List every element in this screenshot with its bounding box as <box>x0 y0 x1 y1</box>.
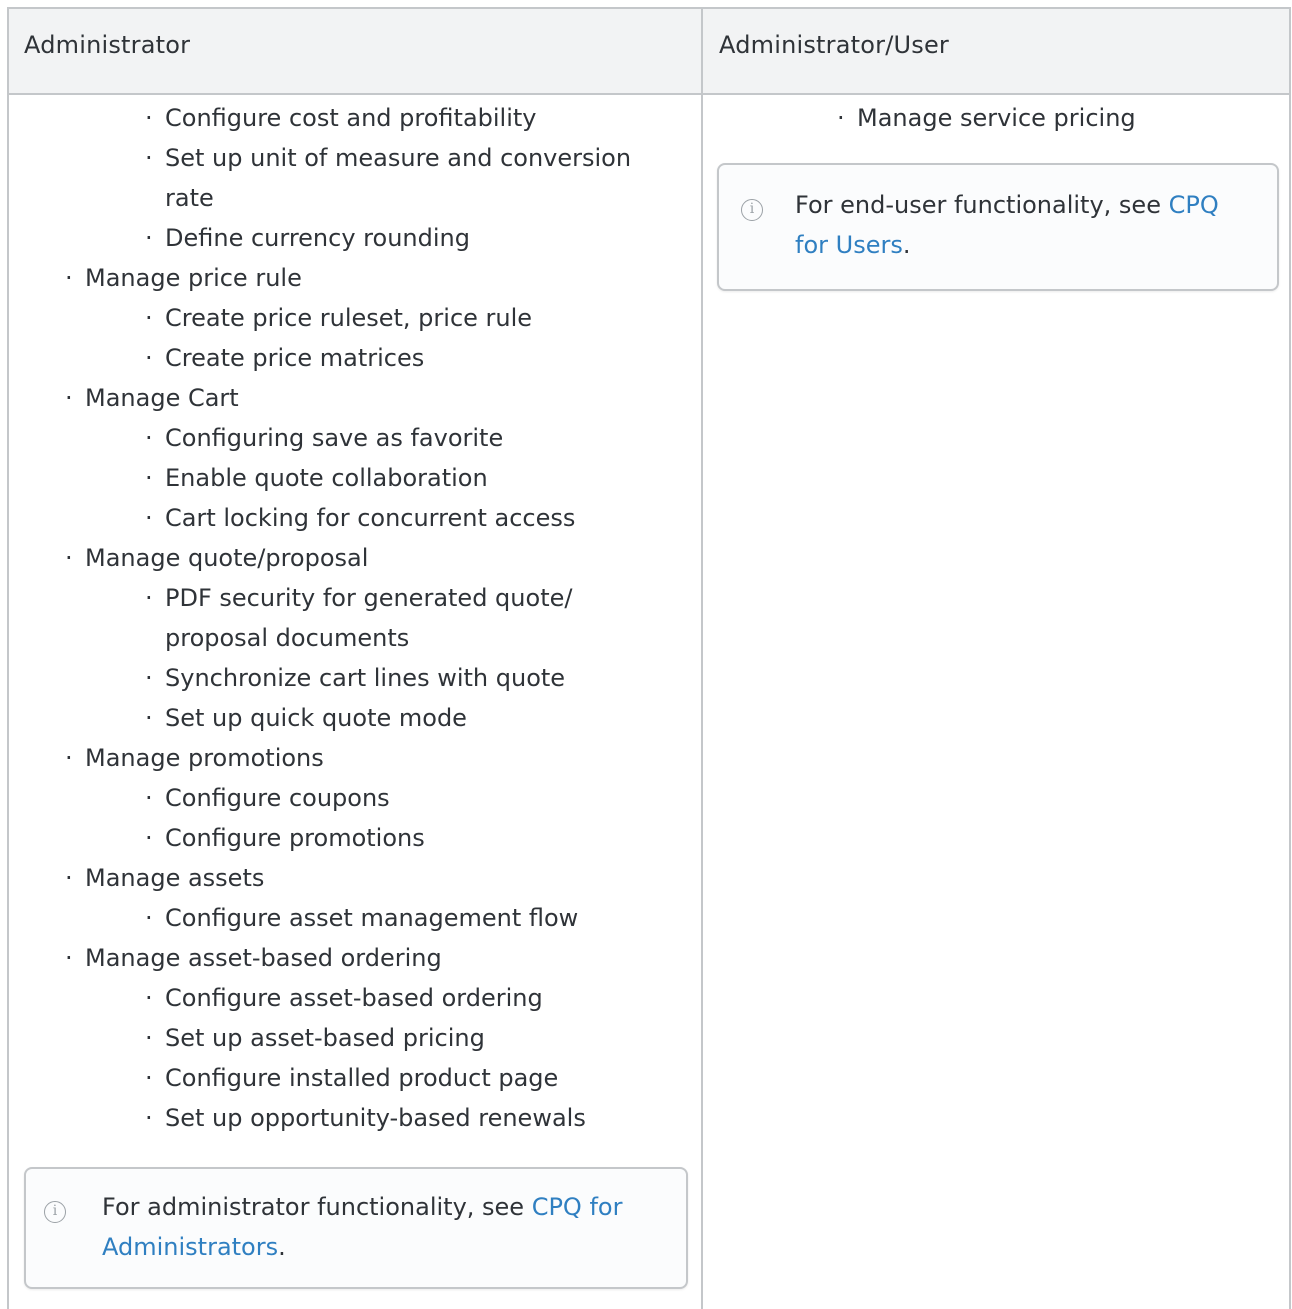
list-item: · Define currency rounding <box>145 218 470 258</box>
bullet: · <box>145 344 153 372</box>
bullet: · <box>145 704 153 732</box>
list-item: · Configure promotions <box>145 818 425 858</box>
list-item: · Manage price rule <box>65 258 302 298</box>
column-header-administrator: Administrator <box>24 31 191 59</box>
bullet: · <box>65 264 73 292</box>
bullet: · <box>145 424 153 452</box>
list-item: · Manage quote/proposal <box>65 538 368 578</box>
list-item: · Configuring save as favorite <box>145 418 503 458</box>
list-item-text: Configure installed product page <box>165 1064 559 1092</box>
list-item-text: Manage price rule <box>85 264 302 292</box>
list-item-text: Configure asset management flow <box>165 904 579 932</box>
list-item: · Manage Cart <box>65 378 239 418</box>
bullet: · <box>145 464 153 492</box>
list-item: · Configure coupons <box>145 778 390 818</box>
bullet: · <box>145 584 153 612</box>
admin-note-text: For administrator functionality, see CPQ… <box>102 1193 623 1261</box>
list-item-text: Enable quote collaboration <box>165 464 488 492</box>
bullet: · <box>145 664 153 692</box>
info-icon: i <box>44 1201 66 1223</box>
table-header-row: Administrator Administrator/User <box>9 9 1289 95</box>
list-item-text: Manage Cart <box>85 384 239 412</box>
list-item: · Synchronize cart lines with quote <box>145 658 565 698</box>
list-item-text: Set up quick quote mode <box>165 704 467 732</box>
bullet: · <box>145 144 153 172</box>
info-icon: i <box>741 199 763 221</box>
bullet: · <box>145 1064 153 1092</box>
bullet: · <box>65 944 73 972</box>
list-item: · Cart locking for concurrent access <box>145 498 575 538</box>
column-divider <box>701 9 703 1309</box>
user-note-text: For end-user functionality, see CPQ for U… <box>795 191 1219 259</box>
list-item-text: Create price matrices <box>165 344 425 372</box>
list-item: proposal documents <box>165 618 409 658</box>
list-item: · Configure cost and profitability <box>145 98 537 138</box>
column-header-administrator-user: Administrator/User <box>719 31 949 59</box>
list-item: · Configure installed product page <box>145 1058 558 1098</box>
list-item: · Configure asset-based ordering <box>145 978 543 1018</box>
features-table: Administrator Administrator/User · Config… <box>7 7 1291 1309</box>
list-item: · Set up quick quote mode <box>145 698 467 738</box>
list-item-text: Manage quote/proposal <box>85 544 369 572</box>
bullet: · <box>145 824 153 852</box>
bullet: · <box>145 504 153 532</box>
list-item-text: Configuring save as favorite <box>165 424 504 452</box>
list-item: · Create price ruleset, price rule <box>145 298 532 338</box>
list-item: · Enable quote collaboration <box>145 458 488 498</box>
list-item: · PDF security for generated quote/ <box>145 578 572 618</box>
bullet: · <box>65 744 73 772</box>
bullet: · <box>145 104 153 132</box>
list-item: · Manage asset-based ordering <box>65 938 442 978</box>
list-item-text: Define currency rounding <box>165 224 470 252</box>
bullet: · <box>145 224 153 252</box>
list-item-text: Manage promotions <box>85 744 324 772</box>
list-item: · Configure asset management flow <box>145 898 578 938</box>
list-item-text: Create price ruleset, price rule <box>165 304 533 332</box>
list-item-text: Manage service pricing <box>857 104 1136 132</box>
bullet: · <box>145 784 153 812</box>
bullet: · <box>65 544 73 572</box>
bullet: · <box>145 304 153 332</box>
bullet: · <box>145 1024 153 1052</box>
user-info-note: i For end-user functionality, see CPQ for… <box>717 163 1279 291</box>
list-item: · Manage assets <box>65 858 264 898</box>
list-item: rate <box>165 178 214 218</box>
admin-info-note: i For administrator functionality, see C… <box>24 1167 688 1289</box>
list-item-text: Configure cost and profitability <box>165 104 537 132</box>
list-item-text: PDF security for generated quote/ <box>165 584 573 612</box>
list-item-text: Manage asset-based ordering <box>85 944 442 972</box>
list-item-text: Synchronize cart lines with quote <box>165 664 566 692</box>
list-item: · Set up unit of measure and conversion <box>145 138 631 178</box>
list-item: · Set up asset-based pricing <box>145 1018 485 1058</box>
list-item: · Set up opportunity-based renewals <box>145 1098 586 1138</box>
list-item-text: Configure asset-based ordering <box>165 984 543 1012</box>
bullet: · <box>145 1104 153 1132</box>
list-item-text: Configure coupons <box>165 784 390 812</box>
list-item-text: proposal documents <box>165 624 410 652</box>
list-item-text: Set up asset-based pricing <box>165 1024 485 1052</box>
list-item: · Manage service pricing <box>837 98 1136 138</box>
bullet: · <box>145 984 153 1012</box>
bullet: · <box>837 104 845 132</box>
bullet: · <box>65 384 73 412</box>
list-item-text: Manage assets <box>85 864 265 892</box>
list-item-text: Set up opportunity-based renewals <box>165 1104 586 1132</box>
list-item: · Create price matrices <box>145 338 424 378</box>
list-item-text: Cart locking for concurrent access <box>165 504 576 532</box>
list-item: · Manage promotions <box>65 738 324 778</box>
list-item-text: Set up unit of measure and conversion <box>165 144 632 172</box>
bullet: · <box>65 864 73 892</box>
list-item-text: rate <box>165 184 214 212</box>
list-item-text: Configure promotions <box>165 824 425 852</box>
bullet: · <box>145 904 153 932</box>
